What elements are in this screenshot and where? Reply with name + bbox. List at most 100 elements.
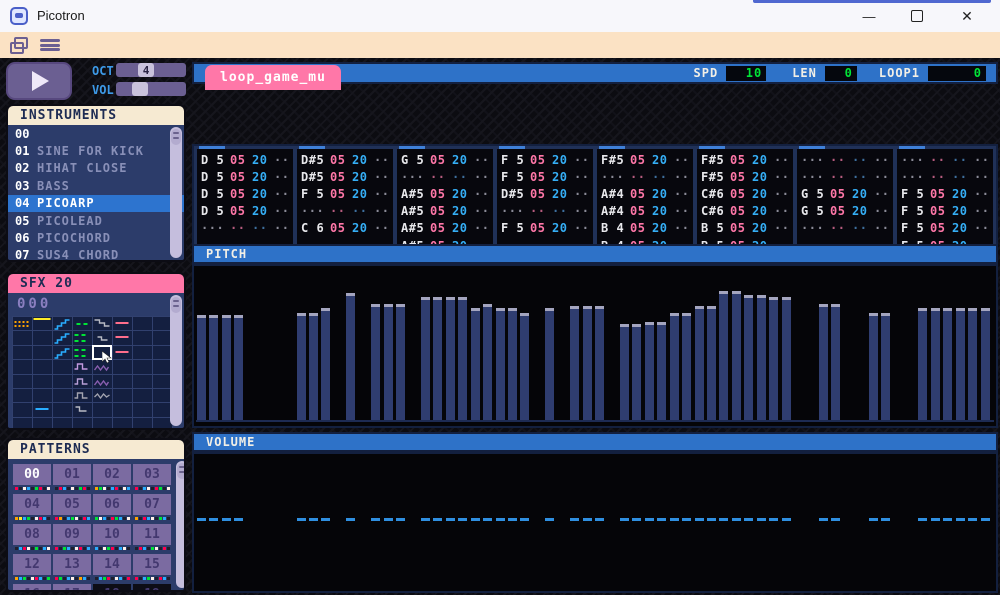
tab-loop-game-music[interactable]: loop_game_mu: [205, 65, 341, 90]
sfx-slot[interactable]: [33, 317, 52, 331]
sfx-slot[interactable]: [33, 345, 52, 360]
pattern-item[interactable]: 13: [53, 554, 91, 581]
tracker-row[interactable]: G 5 05 20 ··: [397, 151, 493, 168]
tracker-row[interactable]: ··· ·· ·· ··: [497, 203, 593, 220]
pattern-item[interactable]: 01: [53, 464, 91, 491]
sfx-slot[interactable]: [113, 360, 132, 374]
tracker-row[interactable]: F 5 05 20 ··: [897, 220, 993, 237]
pattern-item[interactable]: 03: [133, 464, 171, 491]
sfx-slot[interactable]: [53, 417, 72, 428]
sfx-slot[interactable]: [133, 360, 152, 374]
sfx-browser-scrollbar[interactable]: [170, 295, 182, 426]
sfx-slot[interactable]: [13, 317, 32, 331]
instrument-row[interactable]: 07 SUS4 CHORD: [8, 247, 184, 260]
sfx-slot[interactable]: [93, 374, 112, 388]
instrument-row[interactable]: 01 SINE FOR KICK: [8, 142, 184, 159]
sfx-slot[interactable]: [113, 403, 132, 417]
tracker-row[interactable]: C#6 05 20 ··: [697, 185, 793, 202]
octave-slider[interactable]: 4: [116, 63, 186, 77]
patterns-scrollbar[interactable]: [176, 461, 184, 588]
sfx-slot[interactable]: [133, 317, 152, 331]
sfx-slot[interactable]: [133, 345, 152, 360]
tracker-row[interactable]: G 5 05 20 ··: [797, 203, 893, 220]
pattern-item[interactable]: 10: [93, 524, 131, 551]
pattern-item[interactable]: 19: [133, 584, 171, 590]
tracker-row[interactable]: ··· ·· ·· ··: [597, 168, 693, 185]
sfx-slot[interactable]: [53, 403, 72, 417]
sfx-slot[interactable]: [13, 360, 32, 374]
tracker-row[interactable]: F 5 05 20 ··: [497, 168, 593, 185]
instruments-scrollbar-handle[interactable]: [171, 129, 181, 145]
sfx-slot[interactable]: [33, 403, 52, 417]
sfx-slot[interactable]: [53, 345, 72, 360]
pattern-item[interactable]: 02: [93, 464, 131, 491]
volume-graph[interactable]: [192, 452, 998, 593]
len-value[interactable]: 0: [824, 65, 857, 81]
sfx-slot[interactable]: [73, 388, 92, 403]
sfx-slot[interactable]: [73, 374, 92, 388]
pattern-item[interactable]: 07: [133, 494, 171, 521]
sfx-slot[interactable]: [93, 403, 112, 417]
sfx-slot[interactable]: [113, 374, 132, 388]
sfx-slot[interactable]: [53, 331, 72, 345]
sfx-slot[interactable]: [73, 417, 92, 428]
sfx-slot[interactable]: [133, 403, 152, 417]
pattern-item[interactable]: 15: [133, 554, 171, 581]
tracker-row[interactable]: G 5 05 20 ··: [797, 185, 893, 202]
sfx-slot[interactable]: [113, 417, 132, 428]
tracker-row[interactable]: F#5 05 20 ··: [697, 168, 793, 185]
sfx-slot[interactable]: [33, 360, 52, 374]
sfx-slot[interactable]: [133, 388, 152, 403]
tracker-row[interactable]: F 5 05 20 ··: [897, 185, 993, 202]
tracker-row[interactable]: D 5 05 20 ··: [197, 168, 293, 185]
tracker-row[interactable]: A#4 05 20 ··: [597, 185, 693, 202]
pattern-item[interactable]: 16: [13, 584, 51, 590]
sfx-slot[interactable]: [13, 374, 32, 388]
menu-icon[interactable]: [40, 39, 60, 51]
tracker-row[interactable]: ··· ·· ·· ··: [797, 220, 893, 237]
pitch-graph[interactable]: [192, 264, 998, 428]
sfx-slot[interactable]: [113, 345, 132, 360]
pattern-item[interactable]: 14: [93, 554, 131, 581]
sfx-slot[interactable]: [73, 345, 92, 360]
spd-value[interactable]: 10: [726, 65, 767, 81]
sfx-slot[interactable]: [33, 331, 52, 345]
pattern-item[interactable]: 11: [133, 524, 171, 551]
sfx-slot[interactable]: [33, 374, 52, 388]
sfx-slot[interactable]: [33, 388, 52, 403]
tracker-row[interactable]: D 5 05 20 ··: [197, 151, 293, 168]
sfx-slot[interactable]: [13, 331, 32, 345]
instruments-scrollbar[interactable]: [170, 127, 182, 258]
tracker-row[interactable]: A#5 05 20 ··: [397, 203, 493, 220]
tracker-row[interactable]: D 5 05 20 ··: [197, 185, 293, 202]
instrument-row[interactable]: 05 PICOLEAD: [8, 212, 184, 229]
volume-slider-handle[interactable]: [132, 82, 148, 96]
tracker-row[interactable]: F 5 05 20 ··: [897, 203, 993, 220]
sfx-slot[interactable]: [93, 417, 112, 428]
tracker-row[interactable]: D#5 05 20 ··: [497, 185, 593, 202]
instrument-row[interactable]: 04 PICOARP: [8, 194, 184, 212]
sfx-slot[interactable]: [93, 388, 112, 403]
instrument-row[interactable]: 03 BASS: [8, 177, 184, 194]
pattern-item[interactable]: 09: [53, 524, 91, 551]
pattern-item[interactable]: 05: [53, 494, 91, 521]
tracker-row[interactable]: B 4 05 20 ··: [597, 220, 693, 237]
pattern-item[interactable]: 08: [13, 524, 51, 551]
sfx-slot[interactable]: [73, 331, 92, 345]
loop-value[interactable]: 0: [928, 65, 986, 81]
instrument-row[interactable]: 00: [8, 125, 184, 142]
octave-slider-handle[interactable]: 4: [138, 63, 154, 77]
tracker-row[interactable]: ··· ·· ·· ··: [197, 220, 293, 237]
tracker-row[interactable]: F#5 05 20 ··: [597, 151, 693, 168]
sfx-slot[interactable]: [73, 360, 92, 374]
tracker-row[interactable]: D 5 05 20 ··: [197, 203, 293, 220]
sfx-slot[interactable]: [53, 317, 72, 331]
sfx-slot[interactable]: [133, 331, 152, 345]
tracker-row[interactable]: ··· ·· ·· ··: [397, 168, 493, 185]
tracker-row[interactable]: ··· ·· ·· ··: [297, 203, 393, 220]
pattern-item[interactable]: 18: [93, 584, 131, 590]
pattern-item[interactable]: 12: [13, 554, 51, 581]
sfx-slot[interactable]: [53, 374, 72, 388]
sfx-slot[interactable]: [113, 388, 132, 403]
tracker-row[interactable]: ··· ·· ·· ··: [797, 151, 893, 168]
